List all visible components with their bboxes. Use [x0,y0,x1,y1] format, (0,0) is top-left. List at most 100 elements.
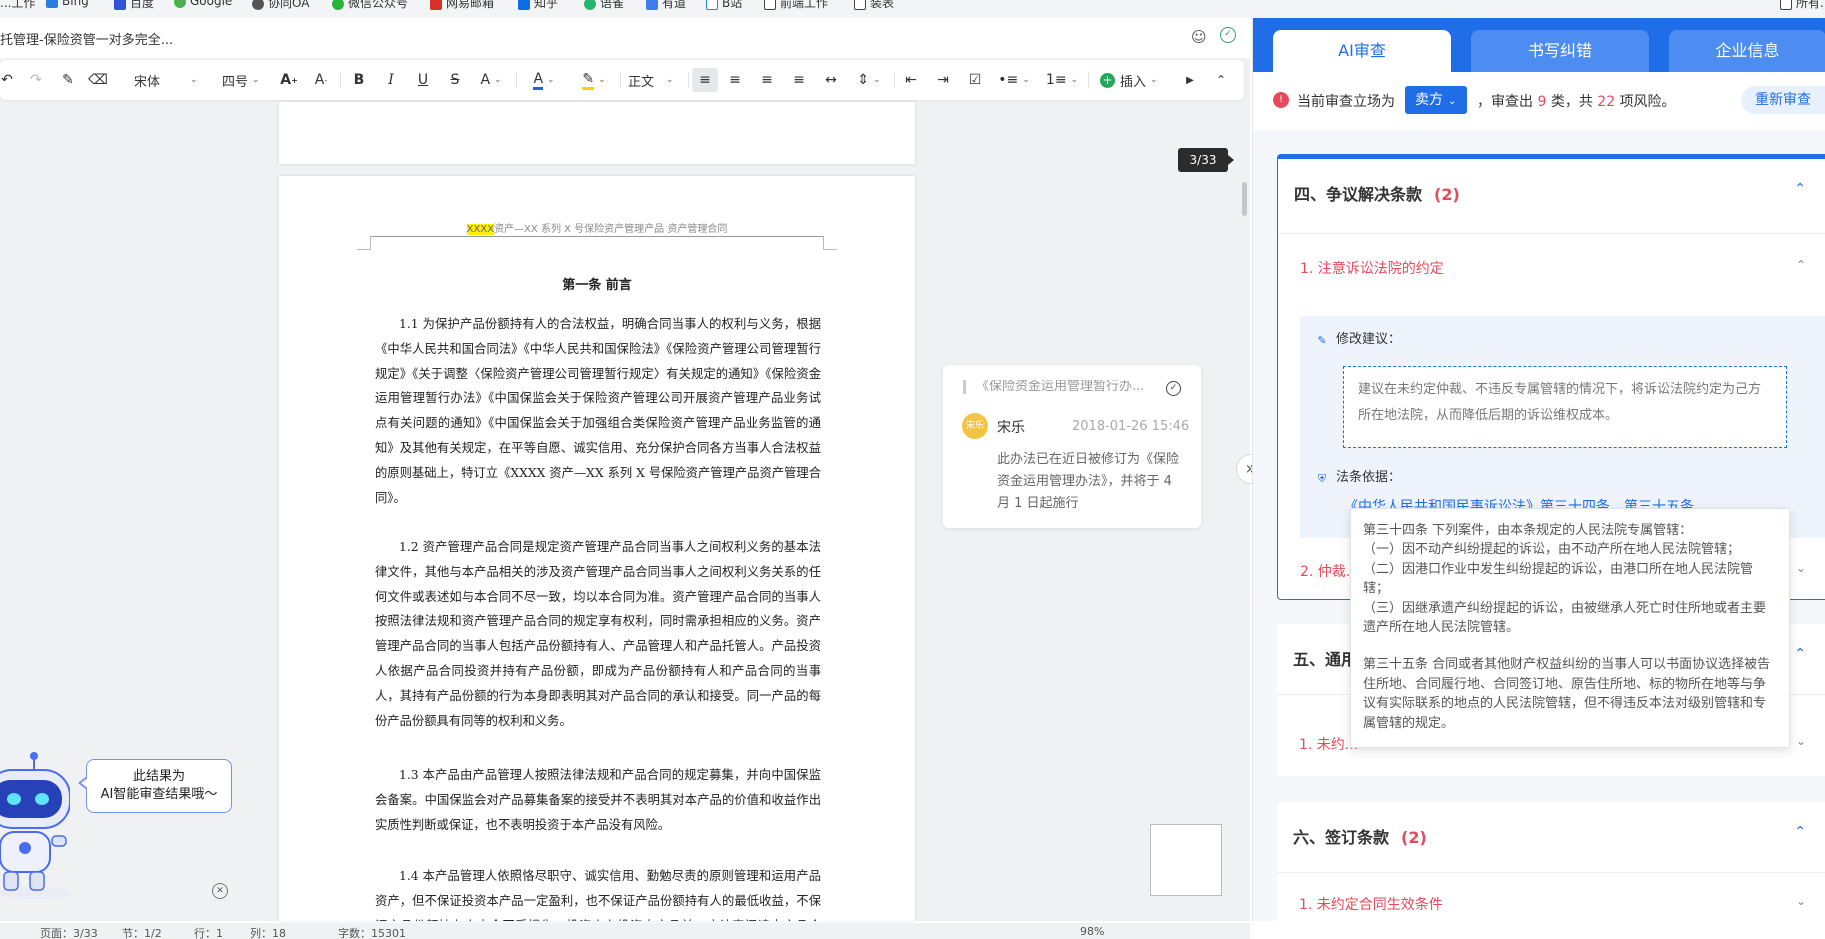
section-header[interactable]: 六、签订条款 (2) [1293,824,1427,848]
chevron-down-icon[interactable]: ⌄ [1796,894,1806,908]
chevron-up-icon[interactable]: ⌃ [1794,646,1806,662]
eraser-icon[interactable]: ⌫ [88,68,108,92]
bookmark-item[interactable]: Bing [46,0,89,8]
undo-icon[interactable]: ↶ [0,68,14,92]
decrease-font-icon[interactable]: A- [310,68,332,92]
vertical-scrollbar[interactable] [1240,102,1250,921]
ai-assistant-icon[interactable]: ☺ [1191,28,1207,46]
tooltip-line: （三）因继承遗产纠纷提起的诉讼，由被继承人死亡时住所地或者主要遗产所在地人民法院… [1363,600,1767,636]
font-size-value: 四号 [222,74,249,90]
folder-icon [1780,0,1792,10]
bullet-list-icon[interactable]: •≡ ⌄ [996,68,1032,92]
law-article-tooltip: 第三十四条 下列案件，由本条规定的人民法院专属管辖： （一）因不动产纠纷提起的诉… [1350,508,1790,748]
outdent-icon[interactable]: ⇤ [900,68,922,92]
risk-item[interactable]: 1. 注意诉讼法院的约定 [1300,258,1444,278]
divider [1278,233,1825,234]
format-painter-icon[interactable]: ✎ [58,68,78,92]
broken-image-placeholder [1150,824,1222,896]
paragraph-style-select[interactable]: 正文 ⌄ [628,68,680,92]
stance-bar: ! 当前审查立场为 卖方 ⌄ ，审查出 9 类，共 22 项风险。 重新审查 [1253,72,1825,130]
bookmark-item[interactable]: 前端工作 [764,0,828,11]
bookmark-item[interactable]: 网易邮箱 [430,0,494,11]
align-left-icon[interactable]: ≡ [692,68,718,92]
recheck-button[interactable]: 重新审查 [1741,86,1825,114]
stance-value: 卖方 [1415,92,1443,108]
google-icon [174,0,186,8]
font-color-icon[interactable]: A ⌄ [524,68,564,92]
font-family-value: 宋体 [134,74,161,90]
chevron-down-icon[interactable]: ⌄ [1796,734,1806,748]
numbered-list-icon[interactable]: 1≡ ⌄ [1044,68,1080,92]
zoom-level[interactable]: 98% [1080,925,1104,938]
section-header[interactable]: 四、争议解决条款 (2) [1294,181,1460,205]
chevron-up-icon[interactable]: ⌃ [1796,258,1806,272]
review-summary: ，审查出 9 类，共 22 项风险。 [1477,94,1676,110]
status-words: 字数：15301 [338,927,406,939]
status-page: 页面：3/33 [40,927,98,939]
risk-item[interactable]: 1. 未约定合同生效条件 [1299,894,1443,914]
document-page[interactable]: XXXX资产—XX 系列 X 号保险资产管理产品 资产管理合同 第一条 前言 1… [279,176,915,921]
scrollbar-thumb[interactable] [1242,182,1247,216]
checkbox-list-icon[interactable]: ☑ [964,68,986,92]
ai-robot-mascot[interactable] [0,748,73,908]
bubble-line: 此结果为 [132,769,185,784]
cloud-saved-icon[interactable]: ✓ [1220,27,1236,43]
youdao-icon [646,0,658,10]
bookmark-item[interactable]: 所有... [1780,0,1825,11]
status-line: 行：1 [194,927,223,939]
bookmark-item[interactable]: 百度 [114,0,154,11]
insert-menu-button[interactable]: + 插入 ⌄ [1100,68,1180,92]
bookmark-item[interactable]: 装表 [854,0,894,11]
suggestion-text[interactable]: 建议在未约定仲裁、不违反专属管辖的情况下，将诉讼法院约定为己方所在地法院，从而降… [1343,366,1787,448]
underline-icon[interactable]: U [412,68,434,92]
indent-icon[interactable]: ⇥ [932,68,954,92]
redo-icon[interactable]: ↷ [26,68,46,92]
increase-font-icon[interactable]: A + [278,68,300,92]
bookmark-item[interactable]: ...工作 [0,0,35,11]
text-effect-icon[interactable]: A ⌄ [474,68,508,92]
bookmark-item[interactable]: 语雀 [584,0,624,11]
align-center-icon[interactable]: ≡ [724,68,746,92]
close-icon[interactable]: ✕ [212,883,228,899]
stance-select[interactable]: 卖方 ⌄ [1405,86,1467,114]
paragraph: 1.2 资产管理产品合同是规定资产管理产品合同当事人之间权利义务的基本法律文件，… [375,540,821,728]
distributed-align-icon[interactable]: ↔ [820,68,842,92]
yuque-icon [584,0,596,10]
bookmark-item[interactable]: 有道 [646,0,686,11]
mail-icon [430,0,442,10]
chevron-up-icon[interactable]: ⌃ [1794,824,1806,840]
font-family-select[interactable]: 宋体 ⌄ [134,68,208,92]
margin-corner [357,236,371,250]
zhihu-icon [518,0,530,10]
strikethrough-icon[interactable]: S [444,68,466,92]
tab-writing-correction[interactable]: 书写纠错 [1471,30,1649,72]
divider [1277,872,1825,873]
bookmark-item[interactable]: 知乎 [518,0,558,11]
more-right-icon[interactable]: ▶ [1182,68,1198,92]
italic-icon[interactable]: I [380,68,402,92]
bold-icon[interactable]: B [348,68,370,92]
align-right-icon[interactable]: ≡ [756,68,778,92]
panel-tabs: AI审查 书写纠错 企业信息 [1253,18,1825,72]
bookmark-item[interactable]: Google [174,0,232,8]
collapse-toolbar-icon[interactable]: ⌃ [1210,68,1232,92]
tab-ai-review[interactable]: AI审查 [1273,30,1451,72]
resolve-check-icon[interactable]: ✓ [1166,381,1181,396]
chevron-up-icon[interactable]: ⌃ [1794,181,1806,197]
status-col: 列：18 [250,927,286,939]
highlight-icon[interactable]: ✎ ⌄ [574,68,614,92]
font-size-select[interactable]: 四号 ⌄ [222,68,270,92]
line-spacing-icon[interactable]: ⇕ ⌄ [852,68,886,92]
comment-card[interactable]: 《保险资金运用管理暂行办... ✓ 宋乐 宋乐 2018-01-26 15:46… [943,365,1201,528]
bookmark-item[interactable]: 微信公众号 [332,0,408,11]
justify-icon[interactable]: ≡ [788,68,810,92]
search-icon [46,0,58,8]
edit-suggestion-icon: ✎ [1317,334,1327,347]
bookmark-item[interactable]: B站 [706,0,742,11]
bookmark-item[interactable]: 协同OA [252,0,309,11]
avatar: 宋乐 [962,413,988,439]
tooltip-line: 第三十四条 下列案件，由本条规定的人民法院专属管辖： [1363,523,1693,538]
tab-company-info[interactable]: 企业信息 [1669,30,1825,72]
chevron-down-icon[interactable]: ⌄ [1796,561,1806,575]
suggestion-label: ✎ 修改建议： [1317,332,1402,347]
